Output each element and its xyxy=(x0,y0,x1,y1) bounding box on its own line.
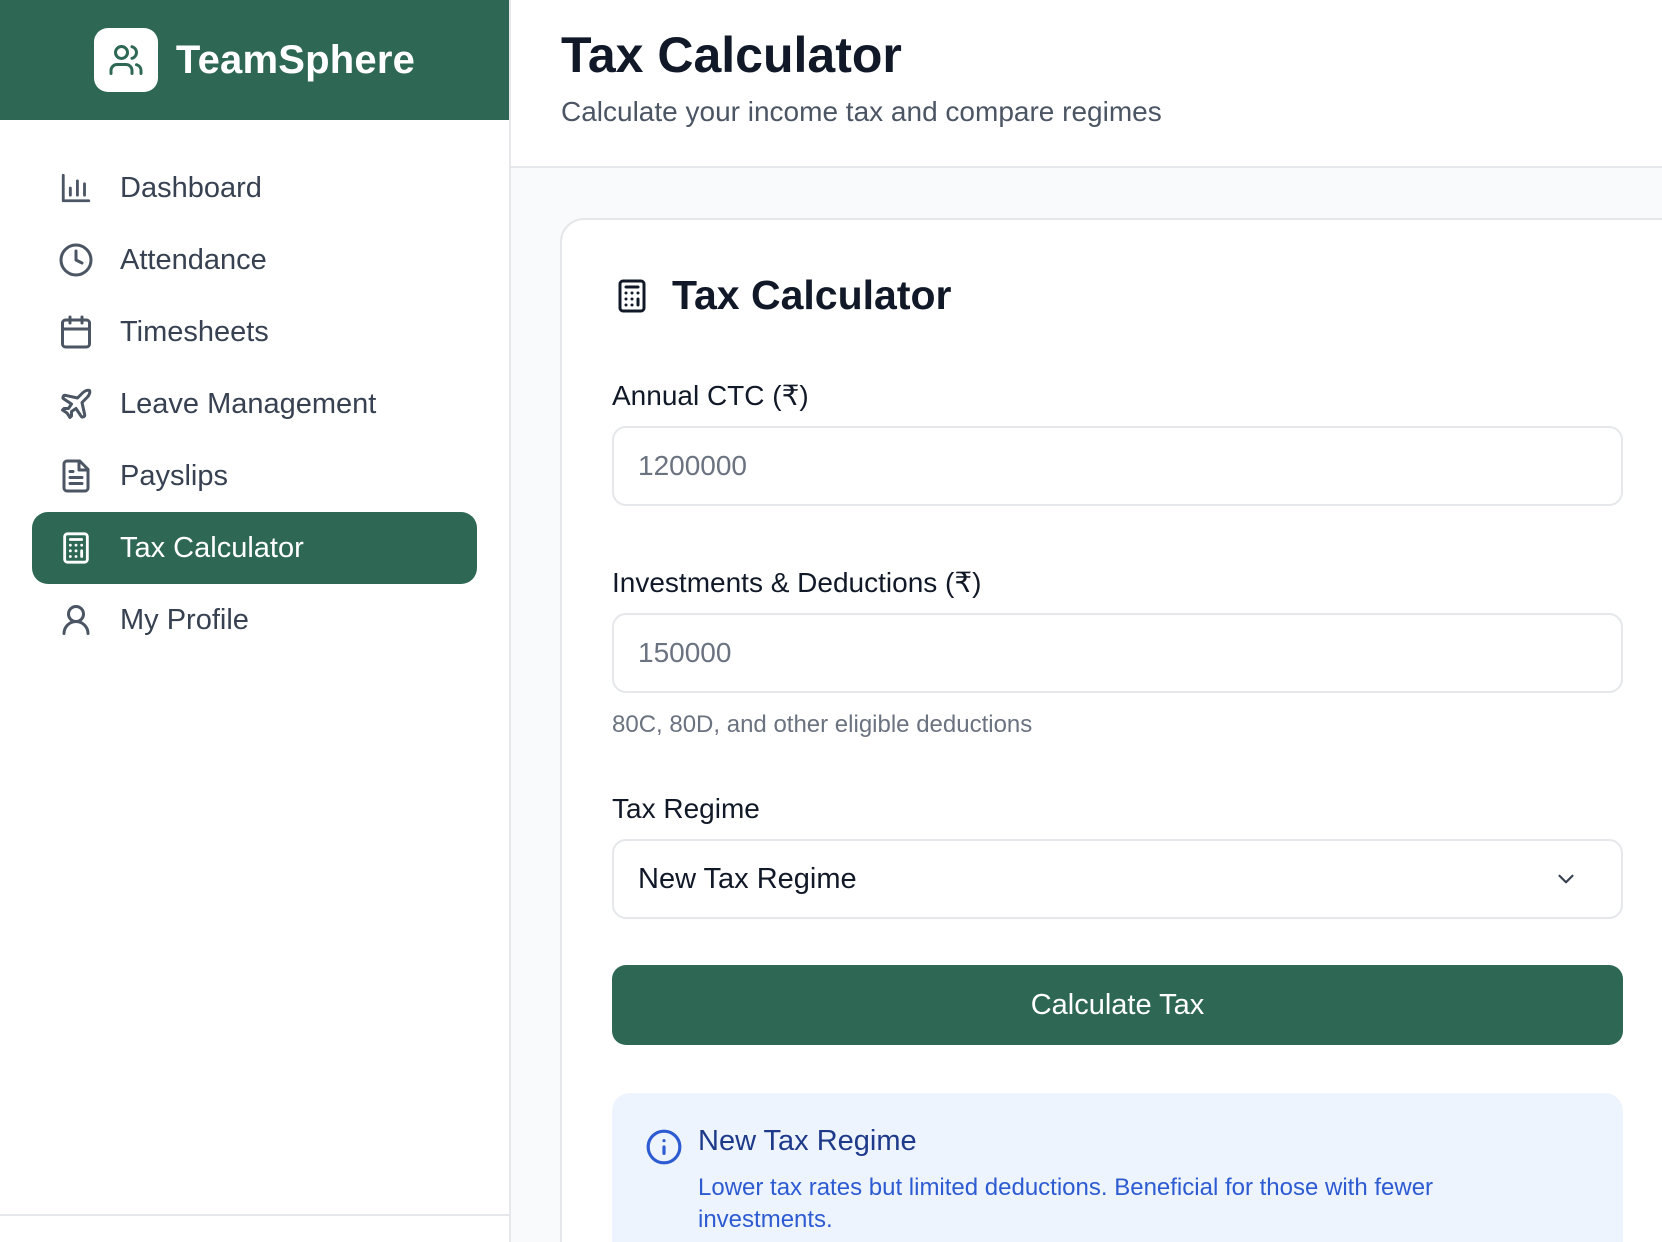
ctc-field-group: Annual CTC (₹) xyxy=(612,379,1623,506)
sidebar-item-leave-management[interactable]: Leave Management xyxy=(32,368,477,440)
sidebar-item-tax-calculator[interactable]: Tax Calculator xyxy=(32,512,477,584)
tax-regime-select[interactable]: New Tax Regime xyxy=(612,839,1623,919)
sidebar-item-label: Attendance xyxy=(120,243,267,276)
page-header: Tax Calculator Calculate your income tax… xyxy=(511,0,1662,168)
bar-chart-icon xyxy=(56,168,96,208)
sidebar-item-label: Leave Management xyxy=(120,387,377,420)
plane-icon xyxy=(56,384,96,424)
annual-ctc-input[interactable] xyxy=(612,426,1623,506)
deductions-field-group: Investments & Deductions (₹) 80C, 80D, a… xyxy=(612,566,1623,739)
page-title: Tax Calculator xyxy=(561,27,902,83)
tax-calculator-card: Tax Calculator Annual CTC (₹) Investment… xyxy=(560,218,1662,1242)
regime-label: Tax Regime xyxy=(612,793,760,824)
calculator-icon xyxy=(612,276,652,316)
sidebar-item-attendance[interactable]: Attendance xyxy=(32,224,477,296)
sidebar-item-timesheets[interactable]: Timesheets xyxy=(32,296,477,368)
sidebar: TeamSphere Dashboard Attendance Timeshee… xyxy=(0,0,511,1242)
sidebar-item-label: Tax Calculator xyxy=(120,531,304,564)
card-title: Tax Calculator xyxy=(672,272,952,318)
clock-icon xyxy=(56,240,96,280)
user-icon xyxy=(56,600,96,640)
info-icon xyxy=(644,1127,684,1167)
ctc-label: Annual CTC (₹) xyxy=(612,380,809,411)
sidebar-item-payslips[interactable]: Payslips xyxy=(32,440,477,512)
sidebar-item-label: Payslips xyxy=(120,459,228,492)
sidebar-divider xyxy=(0,1214,509,1216)
calendar-icon xyxy=(56,312,96,352)
brand-header[interactable]: TeamSphere xyxy=(0,0,509,120)
deductions-hint: 80C, 80D, and other eligible deductions xyxy=(612,711,1033,738)
regime-info-box: New Tax Regime Lower tax rates but limit… xyxy=(612,1093,1623,1242)
sidebar-item-label: My Profile xyxy=(120,603,249,636)
sidebar-item-my-profile[interactable]: My Profile xyxy=(32,584,477,656)
calculate-tax-button[interactable]: Calculate Tax xyxy=(612,965,1623,1045)
card-header: Tax Calculator xyxy=(612,272,1662,319)
info-title: New Tax Regime xyxy=(698,1125,917,1157)
regime-field-group: Tax Regime New Tax Regime xyxy=(612,793,1623,919)
info-text: Lower tax rates but limited deductions. … xyxy=(698,1174,1434,1233)
tax-regime-selected: New Tax Regime xyxy=(638,862,857,895)
sidebar-nav: Dashboard Attendance Timesheets Leave Ma… xyxy=(0,120,509,656)
calculator-icon xyxy=(56,528,96,568)
file-text-icon xyxy=(56,456,96,496)
sidebar-item-label: Timesheets xyxy=(120,315,269,348)
deductions-input[interactable] xyxy=(612,613,1623,693)
sidebar-item-label: Dashboard xyxy=(120,171,262,204)
sidebar-item-dashboard[interactable]: Dashboard xyxy=(32,152,477,224)
info-content: New Tax Regime Lower tax rates but limit… xyxy=(698,1125,1558,1242)
page-subtitle: Calculate your income tax and compare re… xyxy=(561,96,1162,127)
users-icon xyxy=(93,28,158,92)
brand-name: TeamSphere xyxy=(175,37,416,82)
deductions-label: Investments & Deductions (₹) xyxy=(612,567,982,598)
chevron-down-icon xyxy=(1553,865,1581,893)
